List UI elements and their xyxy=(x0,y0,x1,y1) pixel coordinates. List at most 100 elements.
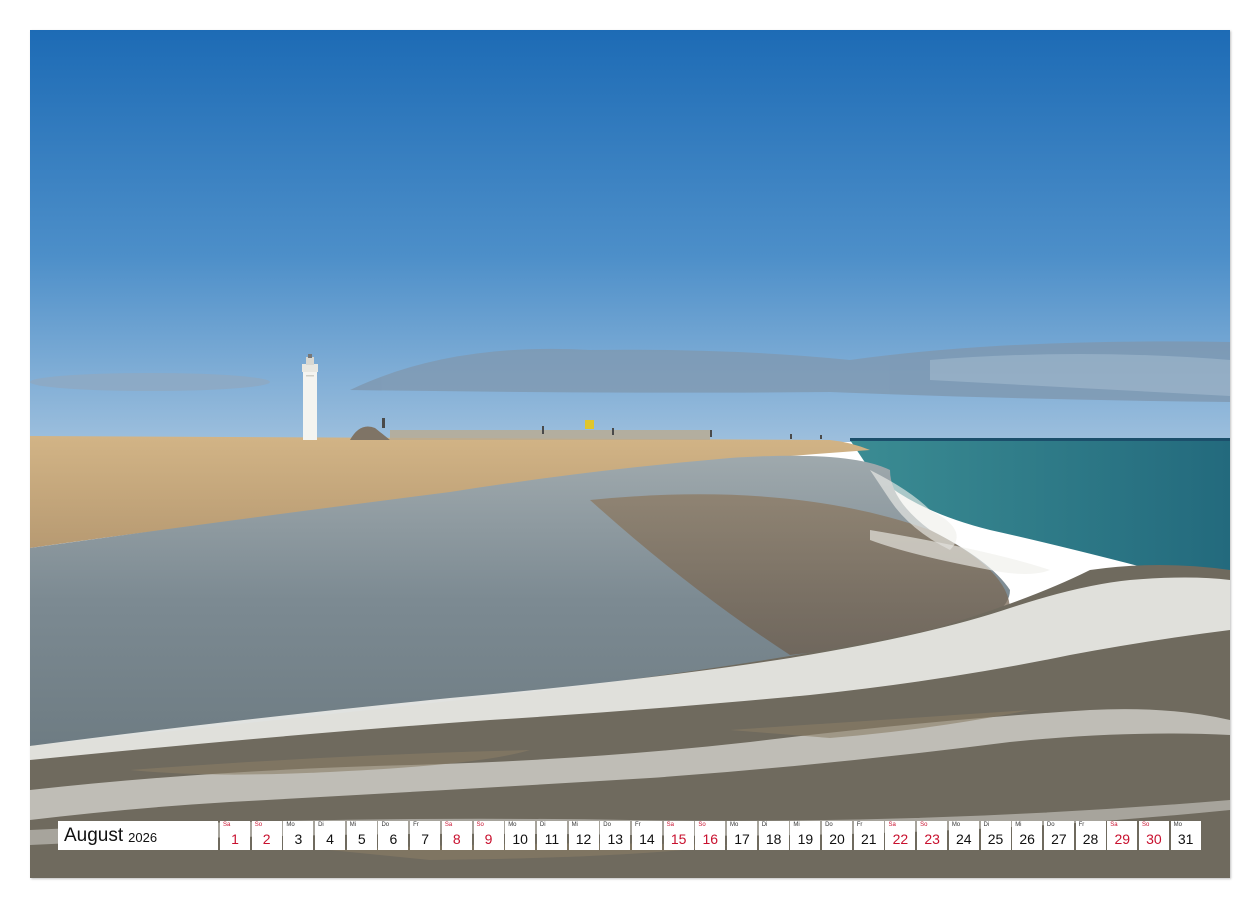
weekday-label: Do xyxy=(1046,822,1055,828)
day-cell: Sa 1 xyxy=(220,821,250,850)
weekday-label: So xyxy=(254,822,263,828)
day-number: 17 xyxy=(734,831,750,847)
day-cell: So 30 xyxy=(1138,821,1169,850)
day-cell: Do 27 xyxy=(1043,821,1074,850)
day-number: 5 xyxy=(357,831,366,847)
weekday-label: Mo xyxy=(1173,822,1182,828)
day-number: 12 xyxy=(575,831,592,847)
day-number: 28 xyxy=(1082,831,1099,847)
day-number: 6 xyxy=(389,831,398,847)
day-cell: Fr 14 xyxy=(631,821,662,850)
day-number: 15 xyxy=(670,831,687,847)
day-cell: So 2 xyxy=(251,821,282,850)
weekday-label: Di xyxy=(761,822,768,828)
day-cell: Do 13 xyxy=(600,821,631,850)
day-cell: Mi 12 xyxy=(568,821,599,850)
day-number: 20 xyxy=(829,831,845,847)
month-label: August 2026 xyxy=(58,821,218,850)
day-cell: Di 18 xyxy=(758,821,789,850)
day-cell: Di 11 xyxy=(536,821,567,850)
day-cell: Mo 17 xyxy=(727,821,757,850)
day-cell: Mi 5 xyxy=(346,821,377,850)
day-cell: Di 4 xyxy=(315,821,346,850)
weekday-label: Do xyxy=(603,822,611,828)
day-cell: Fr 28 xyxy=(1075,821,1106,850)
day-cell: Mo 3 xyxy=(283,821,314,850)
weekday-label: Mo xyxy=(286,822,295,828)
weekday-label: Mi xyxy=(793,822,800,828)
day-cell: Mo 31 xyxy=(1170,821,1201,850)
day-cell: Fr 7 xyxy=(410,821,441,850)
weekday-label: Sa xyxy=(223,822,231,828)
day-cell: So 16 xyxy=(695,821,726,850)
day-cell: Mo 24 xyxy=(948,821,979,850)
day-number: 10 xyxy=(512,831,528,847)
day-number: 2 xyxy=(262,831,271,847)
day-cell: Sa 22 xyxy=(885,821,916,850)
month-year: 2026 xyxy=(128,829,158,845)
day-number: 27 xyxy=(1051,831,1067,847)
day-number: 25 xyxy=(987,831,1004,847)
weekday-label: Mi xyxy=(1015,822,1022,828)
day-cell: Sa 15 xyxy=(663,821,694,850)
weekday-label: Sa xyxy=(1110,822,1118,828)
day-number: 1 xyxy=(231,831,239,847)
day-number: 14 xyxy=(639,831,655,847)
weekday-label: Mo xyxy=(730,822,739,828)
day-number: 30 xyxy=(1146,831,1162,847)
day-number: 31 xyxy=(1177,831,1194,847)
weekday-label: Do xyxy=(381,822,390,828)
lighthouse xyxy=(302,354,318,440)
day-cell: Do 20 xyxy=(822,821,853,850)
day-number: 4 xyxy=(326,831,334,847)
weekday-label: Fr xyxy=(634,822,641,828)
day-number: 19 xyxy=(797,831,814,847)
day-cell: Fr 21 xyxy=(853,821,884,850)
weekday-label: Fr xyxy=(413,822,419,828)
day-number: 21 xyxy=(860,831,877,847)
weekday-label: Mo xyxy=(951,822,961,828)
weekday-label: Di xyxy=(983,822,990,828)
month-name: August xyxy=(64,824,124,846)
day-cell: Do 6 xyxy=(378,821,409,850)
weekday-label: Sa xyxy=(666,822,674,828)
weekday-label: Di xyxy=(318,822,324,828)
calendar-strip: August 2026 Sa 1 So 2 Mo 3 Di 4 Mi 5 Do 6 Fr 7 Sa 8 So 9 M… xyxy=(58,821,1202,850)
weekday-label: Mo xyxy=(508,822,517,828)
day-number: 11 xyxy=(544,831,560,847)
day-number: 18 xyxy=(765,831,782,847)
day-number: 7 xyxy=(421,831,430,847)
weekday-label: Di xyxy=(539,822,546,828)
day-number: 24 xyxy=(956,831,972,847)
day-number: 3 xyxy=(294,831,303,847)
weekday-label: Sa xyxy=(444,822,453,828)
weekday-label: So xyxy=(920,822,928,828)
day-number: 8 xyxy=(452,831,461,847)
day-number: 29 xyxy=(1114,831,1131,847)
weekday-label: Sa xyxy=(888,822,896,828)
day-number: 9 xyxy=(484,831,493,847)
weekday-label: Mi xyxy=(349,822,357,828)
day-cell: Di 25 xyxy=(980,821,1011,850)
weekday-label: Fr xyxy=(856,822,863,828)
beach-scene xyxy=(30,30,1230,878)
day-number: 26 xyxy=(1019,831,1035,847)
weekday-label: So xyxy=(1141,822,1150,828)
day-number: 22 xyxy=(892,831,909,847)
day-cell: Mi 26 xyxy=(1012,821,1043,850)
day-cell: Mi 19 xyxy=(790,821,821,850)
weekday-label: So xyxy=(476,822,484,828)
weekday-label: So xyxy=(698,822,706,828)
day-number: 16 xyxy=(702,831,719,847)
day-cell: Mo 10 xyxy=(505,821,536,850)
day-cell: Sa 29 xyxy=(1107,821,1138,850)
weekday-label: Fr xyxy=(1078,822,1085,828)
beach-photo xyxy=(30,30,1230,878)
day-cell: So 9 xyxy=(473,821,504,850)
day-number: 13 xyxy=(607,831,624,847)
weekday-label: Do xyxy=(825,822,833,828)
weekday-label: Mi xyxy=(571,822,578,828)
day-number: 23 xyxy=(924,831,940,847)
calendar-page: August 2026 Sa 1 So 2 Mo 3 Di 4 Mi 5 Do 6 Fr 7 Sa 8 So 9 M… xyxy=(0,0,1260,908)
day-cell: So 23 xyxy=(917,821,948,850)
